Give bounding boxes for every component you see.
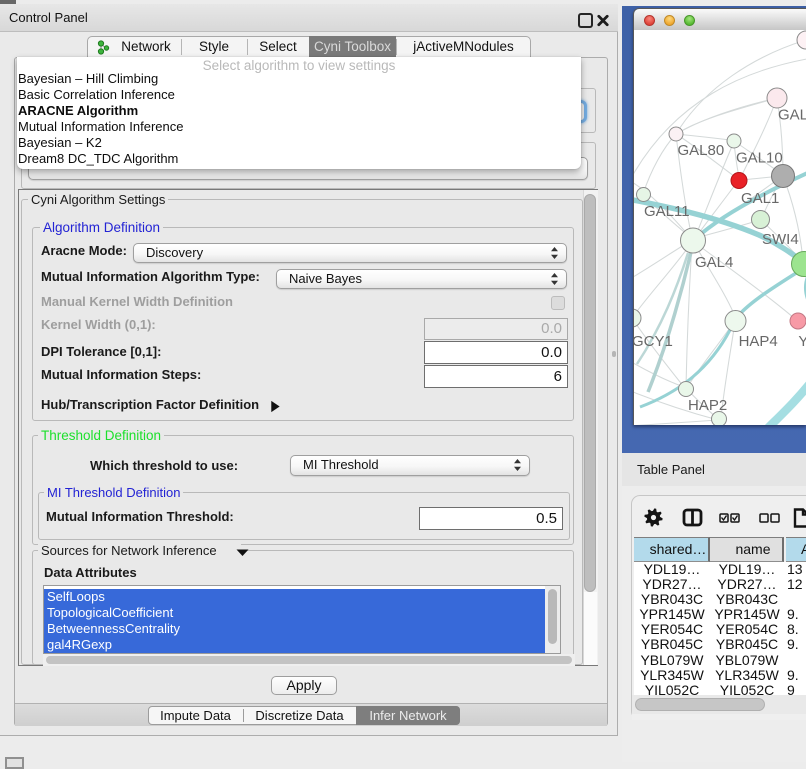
svg-text:SWI4: SWI4: [762, 231, 799, 248]
svg-text:GAL11: GAL11: [644, 203, 690, 220]
svg-text:GAL7: GAL7: [778, 107, 806, 124]
svg-text:GAL1: GAL1: [741, 190, 779, 207]
svg-text:Y: Y: [798, 333, 806, 350]
svg-text:GAL80: GAL80: [678, 142, 725, 159]
svg-text:HAP4: HAP4: [739, 333, 778, 350]
svg-text:GCY1: GCY1: [634, 333, 673, 350]
svg-text:HAP2: HAP2: [688, 397, 727, 414]
svg-text:GAL4: GAL4: [695, 254, 733, 271]
svg-text:GAL10: GAL10: [736, 150, 783, 167]
